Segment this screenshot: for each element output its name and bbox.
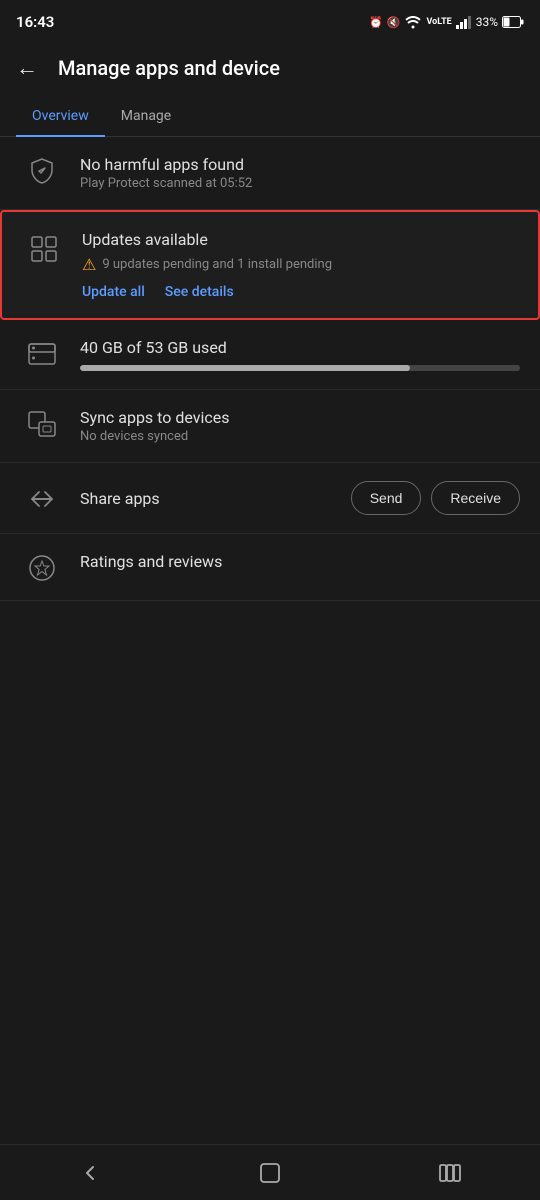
status-time: 16:43 bbox=[16, 13, 54, 31]
updates-warning: ⚠ 9 updates pending and 1 install pendin… bbox=[82, 255, 518, 274]
ratings-reviews-row: Ratings and reviews bbox=[0, 534, 540, 601]
page-title: Manage apps and device bbox=[58, 56, 280, 80]
storage-bar-fill bbox=[80, 365, 410, 371]
send-button[interactable]: Send bbox=[351, 481, 422, 515]
status-icons: ⏰ 🔇 VoLTE 33% bbox=[369, 15, 524, 29]
tab-overview[interactable]: Overview bbox=[16, 96, 105, 136]
storage-content: 40 GB of 53 GB used bbox=[80, 338, 520, 371]
storage-title: 40 GB of 53 GB used bbox=[80, 338, 520, 357]
sync-apps-row: Sync apps to devices No devices synced bbox=[0, 390, 540, 463]
page-header: ← Manage apps and device bbox=[0, 40, 540, 96]
apps-grid-icon bbox=[22, 234, 66, 264]
receive-button[interactable]: Receive bbox=[431, 481, 520, 515]
sync-apps-subtitle: No devices synced bbox=[80, 429, 520, 444]
see-details-button[interactable]: See details bbox=[165, 284, 234, 300]
storage-icon bbox=[20, 340, 64, 368]
updates-row: Updates available ⚠ 9 updates pending an… bbox=[0, 210, 540, 320]
ratings-reviews-text: Ratings and reviews bbox=[80, 552, 520, 573]
star-icon bbox=[20, 554, 64, 582]
updates-title: Updates available bbox=[82, 230, 518, 249]
share-buttons: Send Receive bbox=[351, 481, 520, 515]
ratings-reviews-title: Ratings and reviews bbox=[80, 552, 520, 571]
volte-icon: VoLTE bbox=[426, 17, 451, 27]
share-icon bbox=[20, 487, 64, 511]
tab-bar: Overview Manage bbox=[0, 96, 540, 137]
alarm-icon: ⏰ bbox=[369, 16, 383, 29]
battery-icon bbox=[502, 16, 524, 28]
storage-row: 40 GB of 53 GB used bbox=[0, 320, 540, 390]
back-nav-button[interactable] bbox=[60, 1153, 120, 1193]
bottom-nav bbox=[0, 1144, 540, 1200]
home-nav-button[interactable] bbox=[240, 1153, 300, 1193]
update-all-button[interactable]: Update all bbox=[82, 284, 145, 300]
updates-content: Updates available ⚠ 9 updates pending an… bbox=[82, 230, 518, 300]
share-apps-row: Share apps Send Receive bbox=[0, 463, 540, 534]
signal-icon bbox=[456, 15, 472, 29]
play-protect-row: No harmful apps found Play Protect scann… bbox=[0, 137, 540, 210]
updates-warning-text: 9 updates pending and 1 install pending bbox=[102, 257, 332, 272]
play-protect-subtitle: Play Protect scanned at 05:52 bbox=[80, 176, 520, 191]
mute-icon: 🔇 bbox=[387, 16, 401, 29]
recents-nav-button[interactable] bbox=[420, 1153, 480, 1193]
tab-manage[interactable]: Manage bbox=[105, 96, 187, 136]
sync-apps-title: Sync apps to devices bbox=[80, 408, 520, 427]
battery-text: 33% bbox=[476, 15, 498, 29]
status-bar: 16:43 ⏰ 🔇 VoLTE 33% bbox=[0, 0, 540, 40]
storage-bar bbox=[80, 365, 520, 371]
main-content: No harmful apps found Play Protect scann… bbox=[0, 137, 540, 601]
warning-icon: ⚠ bbox=[82, 255, 96, 274]
wifi-icon bbox=[404, 15, 422, 29]
play-protect-text: No harmful apps found Play Protect scann… bbox=[80, 155, 520, 191]
updates-actions: Update all See details bbox=[82, 284, 518, 300]
sync-icon bbox=[20, 410, 64, 438]
share-apps-label: Share apps bbox=[80, 489, 351, 508]
sync-apps-text: Sync apps to devices No devices synced bbox=[80, 408, 520, 444]
play-protect-title: No harmful apps found bbox=[80, 155, 520, 174]
back-button[interactable]: ← bbox=[16, 55, 38, 81]
shield-icon bbox=[20, 157, 64, 185]
